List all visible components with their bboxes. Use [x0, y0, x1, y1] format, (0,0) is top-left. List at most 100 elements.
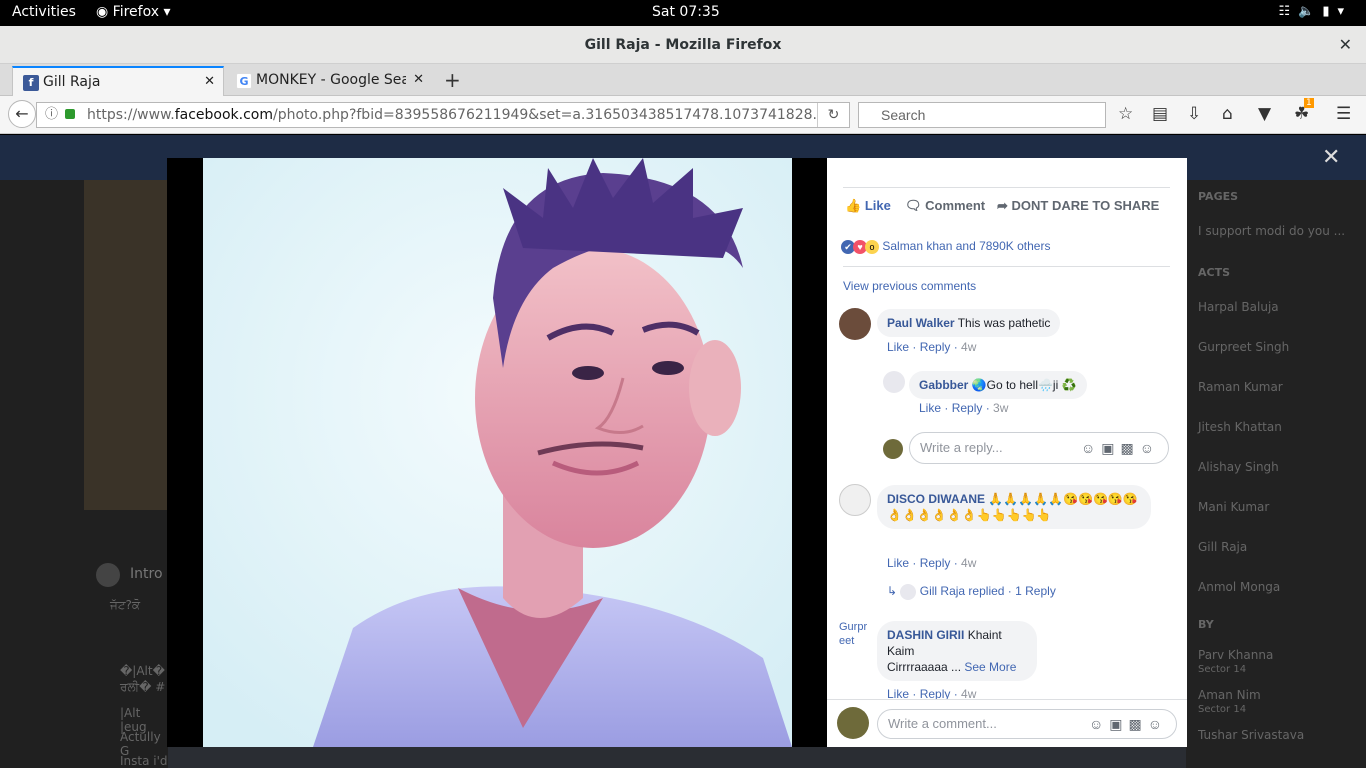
comment-input[interactable]: Write a comment... ☺▣▩☺ [877, 709, 1177, 739]
thumbs-up-icon: 👍 [845, 198, 862, 213]
info-icon[interactable]: ⓘ [45, 103, 58, 127]
comment-actions: Like · Reply · 3w [919, 401, 1009, 415]
comment-text: This was pathetic [957, 316, 1051, 330]
comment-label: Comment [925, 198, 986, 213]
window-titlebar: Gill Raja - Mozilla Firefox ✕ [0, 26, 1366, 64]
battery-icon: ▮ [1322, 4, 1338, 19]
nearby-item[interactable]: Parv Khanna [1198, 648, 1273, 662]
home-icon[interactable]: ⌂ [1222, 104, 1233, 124]
bookmark-star-icon[interactable]: ☆ [1118, 104, 1133, 124]
chat-sidebar-dimmed: PAGES I support modi do you ... ACTS Har… [1186, 180, 1366, 768]
like-label: Like [864, 198, 891, 213]
contact-item[interactable]: Mani Kumar [1198, 500, 1269, 514]
comment-author[interactable]: DISCO DIWAANE [887, 492, 985, 506]
contact-item[interactable]: Alishay Singh [1198, 460, 1279, 474]
comment-like-link[interactable]: Like [919, 401, 941, 415]
contacts-header: ACTS [1198, 266, 1231, 279]
url-domain: facebook.com [174, 107, 273, 123]
tab-monkey-google[interactable]: G MONKEY - Google Sear ✕ [226, 66, 432, 96]
avatar [883, 439, 903, 459]
contact-item[interactable]: Anmol Monga [1198, 580, 1280, 594]
nearby-item[interactable]: Tushar Srivastava [1198, 728, 1304, 742]
comment-author[interactable]: Gabbber [919, 378, 968, 392]
search-input[interactable] [858, 102, 1106, 128]
comment-reply-link[interactable]: Reply [952, 401, 983, 415]
new-tab-icon[interactable]: + [444, 68, 461, 92]
view-previous-comments-link[interactable]: View previous comments [843, 279, 976, 293]
url-path: /photo.php?fbid=839558676211949&set=a.31… [273, 107, 850, 123]
broken-avatar[interactable]: Gurpreet [839, 620, 871, 648]
window-close-icon[interactable]: ✕ [1339, 26, 1352, 64]
volume-icon: 🔈 [1298, 4, 1323, 19]
comment-time[interactable]: 4w [961, 556, 976, 570]
tab-gill-raja[interactable]: f Gill Raja ✕ [12, 66, 224, 96]
nearby-item-sub: Sector 14 [1198, 704, 1247, 715]
emoji-icon[interactable]: ☺ [1089, 716, 1109, 732]
extension-icon[interactable]: ☘ 1 [1294, 98, 1314, 124]
avatar[interactable] [839, 308, 871, 340]
close-tab-icon[interactable]: ✕ [204, 74, 215, 89]
hamburger-menu-icon[interactable]: ☰ [1336, 104, 1351, 124]
app-menu[interactable]: ◉ Firefox ▾ [96, 4, 171, 20]
camera-icon[interactable]: ▣ [1109, 716, 1128, 732]
contact-item[interactable]: Gill Raja [1198, 540, 1247, 554]
comment-reply-link[interactable]: Reply [920, 556, 951, 570]
activities-button[interactable]: Activities [12, 4, 76, 20]
gif-icon[interactable]: ▩ [1120, 440, 1139, 456]
comment-time[interactable]: 3w [993, 401, 1008, 415]
pocket-icon[interactable]: ▼ [1258, 104, 1271, 124]
intro-heading: Intro [130, 566, 163, 582]
reply-input[interactable]: Write a reply... ☺▣▩☺ [909, 432, 1169, 464]
tab-strip: f Gill Raja ✕ G MONKEY - Google Sear ✕ [0, 64, 1366, 96]
comment-reply-link[interactable]: Reply [920, 340, 951, 354]
nearby-item[interactable]: Aman Nim [1198, 688, 1261, 702]
comment-text-line: Khaint [967, 628, 1002, 642]
gif-icon[interactable]: ▩ [1128, 716, 1147, 732]
avatar [837, 707, 869, 739]
replies-summary[interactable]: ↳ Gill Raja replied · 1 Reply [887, 584, 1056, 600]
divider [843, 266, 1170, 267]
avatar[interactable] [839, 484, 871, 516]
system-tray[interactable]: ☷🔈▮▾ [1278, 4, 1352, 19]
contact-item[interactable]: Harpal Baluja [1198, 300, 1279, 314]
comment-button[interactable]: 🗨 Comment [905, 198, 985, 214]
emoji-icon[interactable]: ☺ [1081, 440, 1101, 456]
contact-item[interactable]: Gurpreet Singh [1198, 340, 1289, 354]
tab-label: MONKEY - Google Sear [256, 72, 406, 88]
comment-bubble: Paul Walker This was pathetic [877, 309, 1061, 337]
comment-like-link[interactable]: Like [887, 340, 909, 354]
download-icon[interactable]: ⇩ [1187, 104, 1201, 124]
reaction-names[interactable]: Salman khan and 7890K others [882, 239, 1050, 253]
like-button[interactable]: 👍 Like [845, 198, 891, 214]
nearby-item-sub: Sector 14 [1198, 664, 1247, 675]
comment-like-link[interactable]: Like [887, 556, 909, 570]
share-button[interactable]: ➦ DONT DARE TO SHARE [997, 198, 1159, 214]
intro-line: ਜੱਟ?ਕੋ [110, 598, 141, 612]
sticker-icon[interactable]: ☺ [1148, 716, 1168, 732]
clock[interactable]: Sat 07:35 [652, 4, 720, 20]
facebook-favicon-icon: f [23, 75, 39, 91]
comment-bubble: DASHIN GIRII Khaint Kaim Cirrrraaaaa ...… [877, 621, 1037, 681]
sticker-icon[interactable]: ☺ [1140, 440, 1160, 456]
reply-count: 1 Reply [1015, 584, 1056, 599]
close-photo-icon[interactable]: ✕ [1322, 145, 1340, 170]
reading-list-icon[interactable]: ▤ [1152, 104, 1168, 124]
comment-icon: 🗨 [905, 198, 922, 213]
url-bar[interactable]: ⓘ https://www.facebook.com/photo.php?fbi… [36, 102, 850, 128]
comment-time[interactable]: 4w [961, 340, 976, 354]
camera-icon[interactable]: ▣ [1101, 440, 1120, 456]
url-prefix: https://www. [87, 107, 175, 123]
page-item[interactable]: I support modi do you ... [1198, 224, 1345, 238]
comment-author[interactable]: Paul Walker [887, 316, 955, 330]
comment-bubble: DISCO DIWAANE 🙏🙏🙏🙏🙏😘😘😘😘😘👌👌👌👌👌👌👆👆👆👆👆 [877, 485, 1151, 529]
reload-icon[interactable]: ↻ [817, 103, 849, 127]
contact-item[interactable]: Jitesh Khattan [1198, 420, 1282, 434]
back-button[interactable]: ← [8, 100, 36, 128]
close-tab-icon[interactable]: ✕ [413, 72, 424, 87]
photo[interactable] [203, 158, 792, 747]
avatar[interactable] [883, 371, 905, 393]
comment-author[interactable]: DASHIN GIRII [887, 628, 964, 642]
see-more-link[interactable]: See More [964, 660, 1016, 674]
reaction-summary[interactable]: ✔ ♥ o Salman khan and 7890K others [841, 239, 1050, 254]
contact-item[interactable]: Raman Kumar [1198, 380, 1283, 394]
